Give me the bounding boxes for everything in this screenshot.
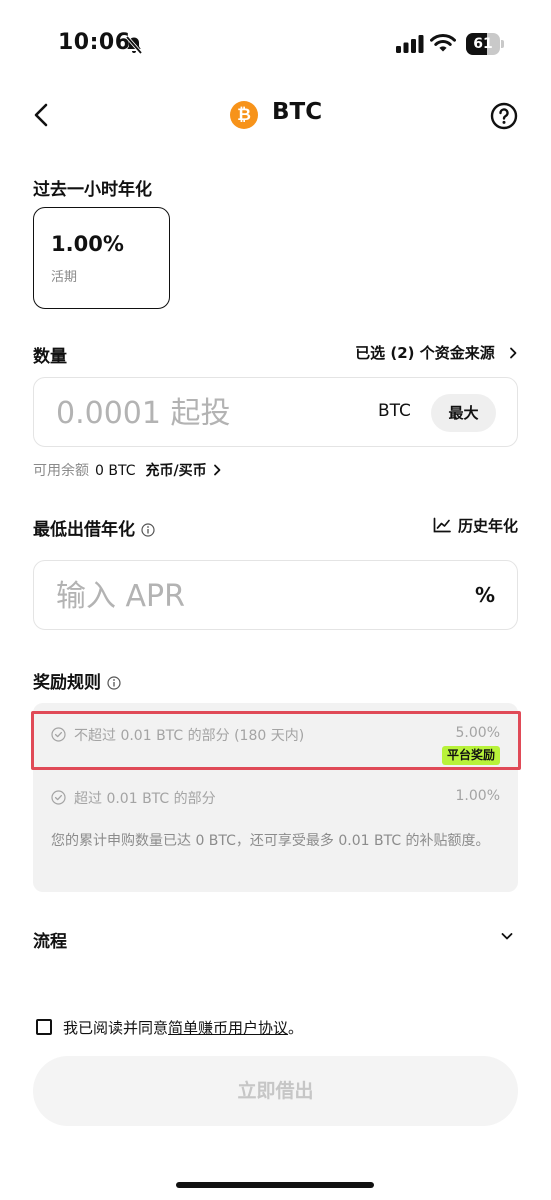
apy-card[interactable]: 1.00% 活期 bbox=[33, 207, 170, 309]
fund-source-link[interactable]: 已选 (2) 个资金来源 bbox=[355, 342, 518, 363]
rule-label: 超过 0.01 BTC 的部分 bbox=[74, 791, 216, 807]
rule-rate: 1.00% bbox=[455, 788, 500, 804]
status-time: 10:06 bbox=[58, 30, 131, 55]
amount-section-title: 数量 bbox=[33, 347, 67, 367]
min-rate-title: 最低出借年化 bbox=[33, 515, 155, 540]
rule-label: 不超过 0.01 BTC 的部分 (180 天内) bbox=[74, 728, 305, 744]
rule-row: 超过 0.01 BTC 的部分 1.00% bbox=[51, 788, 500, 808]
apy-section-title: 过去一小时年化 bbox=[33, 180, 152, 200]
battery-text: 61 bbox=[473, 36, 493, 52]
chevron-right-icon bbox=[213, 464, 220, 476]
apr-input[interactable] bbox=[56, 575, 356, 617]
signal-icon bbox=[396, 35, 424, 53]
available-label: 可用余额 bbox=[33, 463, 89, 479]
btc-coin-icon: ₿ bbox=[230, 101, 258, 129]
page-title: BTC bbox=[272, 99, 323, 125]
platform-reward-badge: 平台奖励 bbox=[441, 746, 500, 765]
reward-rules-panel: 不超过 0.01 BTC 的部分 (180 天内) 5.00% 平台奖励 超过 … bbox=[33, 703, 518, 892]
available-value: 0 BTC bbox=[95, 463, 136, 479]
subsidy-note: 您的累计申购数量已达 0 BTC，还可享受最多 0.01 BTC 的补贴额度。 bbox=[51, 833, 490, 849]
history-apr-link[interactable]: 历史年化 bbox=[433, 515, 518, 536]
check-circle-icon bbox=[51, 727, 66, 742]
max-button[interactable]: 最大 bbox=[431, 394, 496, 432]
help-icon[interactable] bbox=[490, 102, 518, 130]
amount-input[interactable] bbox=[56, 392, 356, 434]
battery-indicator: 61 bbox=[466, 33, 504, 55]
deposit-buy-label: 充币/买币 bbox=[145, 463, 207, 479]
history-apr-label: 历史年化 bbox=[457, 517, 518, 535]
chevron-down-icon[interactable] bbox=[500, 929, 514, 943]
rule-row: 不超过 0.01 BTC 的部分 (180 天内) 5.00% bbox=[51, 725, 500, 745]
available-balance: 可用余额 0 BTC 充币/买币 bbox=[33, 460, 222, 480]
agreement-suffix: 。 bbox=[288, 1019, 304, 1037]
lend-now-button[interactable]: 立即借出 bbox=[33, 1056, 518, 1126]
agree-checkbox[interactable] bbox=[36, 1019, 52, 1035]
info-icon[interactable] bbox=[141, 523, 155, 537]
apy-term: 活期 bbox=[51, 270, 78, 285]
amount-unit: BTC bbox=[378, 401, 411, 421]
info-icon[interactable] bbox=[107, 676, 121, 690]
home-indicator bbox=[176, 1182, 374, 1188]
deposit-buy-link[interactable]: 充币/买币 bbox=[145, 463, 221, 479]
trend-chart-icon bbox=[433, 517, 451, 533]
fund-source-label: 已选 (2) 个资金来源 bbox=[355, 344, 495, 362]
chevron-right-icon bbox=[510, 347, 517, 359]
back-chevron-icon[interactable] bbox=[30, 102, 54, 128]
apr-input-box: % bbox=[33, 560, 518, 630]
min-rate-label: 最低出借年化 bbox=[33, 520, 135, 540]
rule-rate: 5.00% bbox=[455, 725, 500, 741]
reward-rules-label: 奖励规则 bbox=[33, 673, 101, 693]
percent-unit: % bbox=[474, 583, 495, 607]
reward-rules-title: 奖励规则 bbox=[33, 668, 121, 693]
agreement-text: 我已阅读并同意简单赚币用户协议。 bbox=[63, 1017, 303, 1038]
apy-value: 1.00% bbox=[51, 232, 124, 256]
check-circle-icon bbox=[51, 790, 66, 805]
agreement-prefix: 我已阅读并同意 bbox=[63, 1019, 169, 1037]
user-agreement-link[interactable]: 简单赚币用户协议 bbox=[168, 1019, 288, 1037]
bell-muted-icon bbox=[125, 35, 143, 55]
amount-input-box: BTC 最大 bbox=[33, 377, 518, 447]
wifi-icon bbox=[430, 34, 456, 52]
flow-section-title: 流程 bbox=[33, 932, 67, 952]
